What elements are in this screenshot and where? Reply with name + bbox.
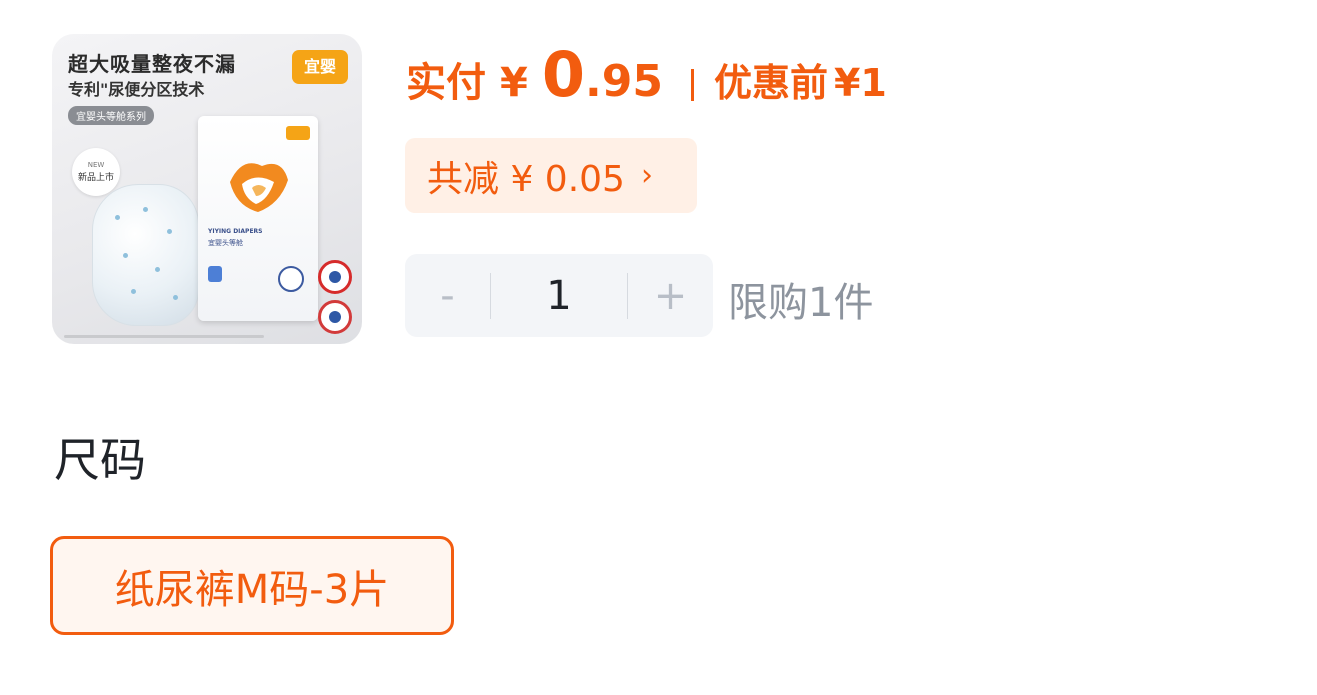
diaper-package: YIYING DIAPERS 宜婴头等舱 (198, 116, 318, 321)
quantity-value[interactable]: 1 (491, 273, 627, 319)
diaper-dot (143, 207, 148, 212)
fine-print (64, 335, 264, 338)
pack-name: 宜婴头等舱 (208, 239, 243, 247)
pack-logo (286, 126, 310, 140)
discount-label: 共减 ¥ 0.05 (427, 158, 625, 200)
product-image-subline: 专利"尿便分区技术 (68, 80, 205, 99)
new-product-badge: NEW 新品上市 (72, 148, 120, 196)
pack-title: YIYING DIAPERS (208, 228, 263, 235)
award-seal-icon (318, 300, 352, 334)
diaper-dot (155, 267, 160, 272)
brand-logo: 宜婴 (292, 50, 348, 84)
quantity-stepper: - 1 + (405, 254, 713, 337)
price-prefix: 实付 (406, 60, 486, 106)
size-option-button[interactable]: 纸尿裤M码-3片 (50, 536, 454, 635)
product-image-series-tag: 宜婴头等舱系列 (68, 106, 154, 125)
fox-illustration-icon (230, 163, 288, 212)
decrease-quantity-button[interactable]: - (405, 254, 490, 337)
price-decimal: .95 (584, 56, 663, 107)
size-section-title: 尺码 (54, 433, 146, 487)
new-badge-top: NEW (87, 161, 105, 169)
original-price-label: 优惠前 (713, 61, 828, 105)
new-badge-text: 新品上市 (77, 173, 114, 183)
shield-icon (208, 266, 222, 282)
certification-icon (278, 266, 304, 292)
diaper-dot (167, 229, 172, 234)
diaper-dot (173, 295, 178, 300)
diaper-illustration (92, 184, 199, 326)
price-currency: ¥ (500, 60, 528, 106)
quality-seal-icon (318, 260, 352, 294)
product-purchase-panel: 超大吸量整夜不漏 专利"尿便分区技术 宜婴头等舱系列 宜婴 NEW 新品上市 Y… (0, 0, 1317, 695)
chevron-right-icon: › (640, 158, 653, 193)
price-integer: 0 (541, 38, 585, 111)
price-row: 实付 ¥ 0 .95 优惠前 ¥1 (406, 38, 887, 120)
size-option-label: 纸尿裤M码-3片 (114, 566, 390, 613)
original-price-value: ¥1 (833, 61, 887, 105)
discount-detail-button[interactable]: 共减 ¥ 0.05 › (405, 138, 697, 213)
purchase-limit-text: 限购1件 (728, 280, 874, 326)
product-image[interactable]: 超大吸量整夜不漏 专利"尿便分区技术 宜婴头等舱系列 宜婴 NEW 新品上市 Y… (52, 34, 362, 344)
diaper-dot (123, 253, 128, 258)
price-divider (690, 69, 694, 101)
product-image-headline: 超大吸量整夜不漏 (68, 52, 236, 76)
increase-quantity-button[interactable]: + (628, 254, 713, 337)
diaper-dot (131, 289, 136, 294)
diaper-dot (115, 215, 120, 220)
